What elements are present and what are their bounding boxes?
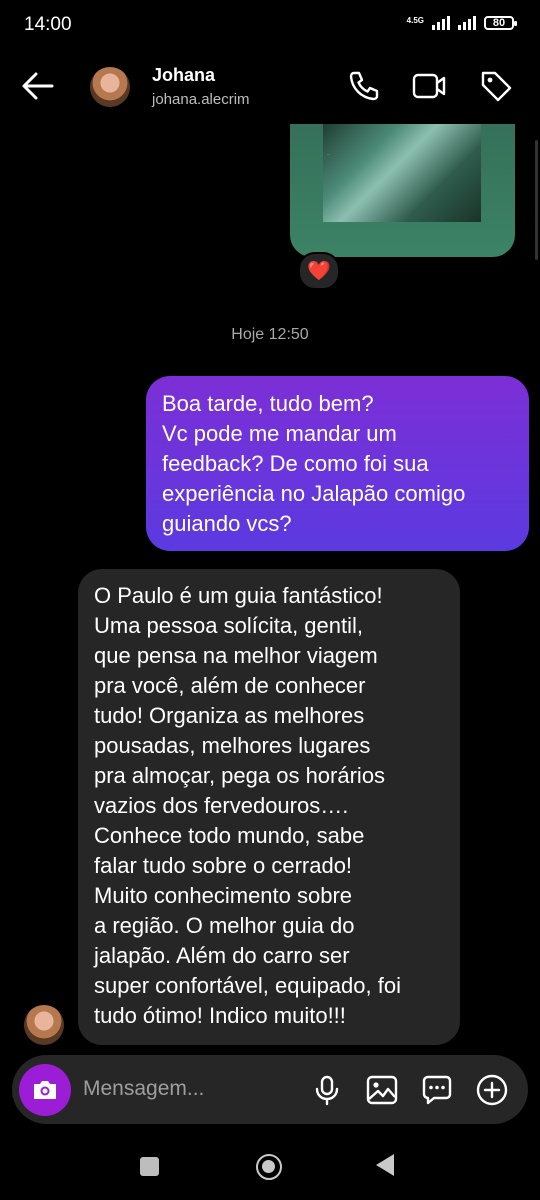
heart-icon: ❤️: [307, 261, 331, 282]
contact-username[interactable]: johana.alecrim: [152, 91, 250, 108]
message-line: super confortável, equipado, foi: [94, 973, 401, 998]
sticker-icon: [422, 1075, 452, 1105]
more-options-button[interactable]: [474, 1072, 510, 1108]
message-composer: Mensagem...: [12, 1055, 528, 1124]
message-line: a região. O melhor guia do: [94, 913, 355, 938]
message-line: que pensa na melhor viagem: [94, 643, 378, 668]
message-line: falar tudo sobre o cerrado!: [94, 853, 353, 878]
voice-message-button[interactable]: [309, 1072, 345, 1108]
system-navigation-bar: [0, 1130, 540, 1200]
incoming-message-bubble[interactable]: O Paulo é um guia fantástico! Uma pessoa…: [78, 569, 460, 1045]
message-line: Conhece todo mundo, sabe: [94, 823, 365, 848]
audio-call-button[interactable]: [346, 68, 382, 104]
heart-reaction[interactable]: ❤️: [298, 252, 340, 290]
label-button[interactable]: [478, 68, 514, 104]
message-line: pousadas, melhores lugares: [94, 733, 371, 758]
message-line: feedback? De como foi sua: [162, 451, 429, 476]
message-line: tudo ótimo! Indico muito!!!: [94, 1003, 346, 1028]
gallery-icon: [366, 1075, 398, 1105]
contact-avatar[interactable]: [90, 67, 130, 107]
message-line: experiência no Jalapão comigo: [162, 481, 466, 506]
outgoing-message-bubble[interactable]: Boa tarde, tudo bem? Vc pode me mandar u…: [146, 376, 529, 551]
message-line: Uma pessoa solícita, gentil,: [94, 613, 364, 638]
battery-icon: 80: [484, 16, 517, 30]
back-arrow-icon: [22, 72, 54, 100]
message-input[interactable]: Mensagem...: [83, 1077, 204, 1101]
shared-post-caption: ...: [327, 152, 330, 156]
chat-header: Johana johana.alecrim: [0, 52, 540, 122]
message-line: Vc pode me mandar um: [162, 421, 397, 446]
contact-name[interactable]: Johana: [152, 65, 215, 86]
signal-strength-2-icon: [458, 16, 476, 30]
message-line: Boa tarde, tudo bem?: [162, 391, 374, 416]
camera-icon: [34, 1081, 56, 1099]
shared-post-message[interactable]: ...: [290, 124, 515, 257]
message-line: guiando vcs?: [162, 511, 292, 536]
signal-strength-icon: [432, 16, 450, 30]
message-line: jalapão. Além do carro ser: [94, 943, 350, 968]
tag-icon: [481, 71, 512, 102]
message-line: pra você, além de conhecer: [94, 673, 366, 698]
status-bar: 14:00 4.5G 80: [0, 0, 540, 52]
message-line: Muito conhecimento sobre: [94, 883, 353, 908]
plus-icon: [476, 1074, 508, 1106]
video-call-button[interactable]: [411, 68, 447, 104]
camera-button[interactable]: [19, 1064, 71, 1116]
sender-avatar[interactable]: [24, 1005, 64, 1045]
gallery-button[interactable]: [364, 1072, 400, 1108]
video-camera-icon: [412, 73, 446, 99]
message-line: vazios dos fervedouros….: [94, 793, 349, 818]
phone-icon: [349, 71, 379, 101]
recent-apps-button[interactable]: [140, 1157, 159, 1176]
status-indicators: 4.5G 80: [406, 16, 517, 30]
message-line: O Paulo é um guia fantástico!: [94, 583, 383, 608]
battery-level: 80: [492, 17, 506, 29]
message-line: pra almoçar, pega os horários: [94, 763, 386, 788]
system-back-button[interactable]: [376, 1154, 394, 1176]
status-time: 14:00: [24, 14, 72, 35]
scrollbar[interactable]: [535, 140, 538, 260]
network-type-label: 4.5G: [406, 16, 424, 25]
shared-post-image[interactable]: ...: [323, 124, 481, 222]
message-line: tudo! Organiza as melhores: [94, 703, 365, 728]
back-button[interactable]: [18, 68, 58, 104]
microphone-icon: [315, 1075, 339, 1106]
home-button[interactable]: [256, 1154, 282, 1180]
message-timestamp: Hoje 12:50: [231, 326, 309, 343]
sticker-button[interactable]: [419, 1072, 455, 1108]
